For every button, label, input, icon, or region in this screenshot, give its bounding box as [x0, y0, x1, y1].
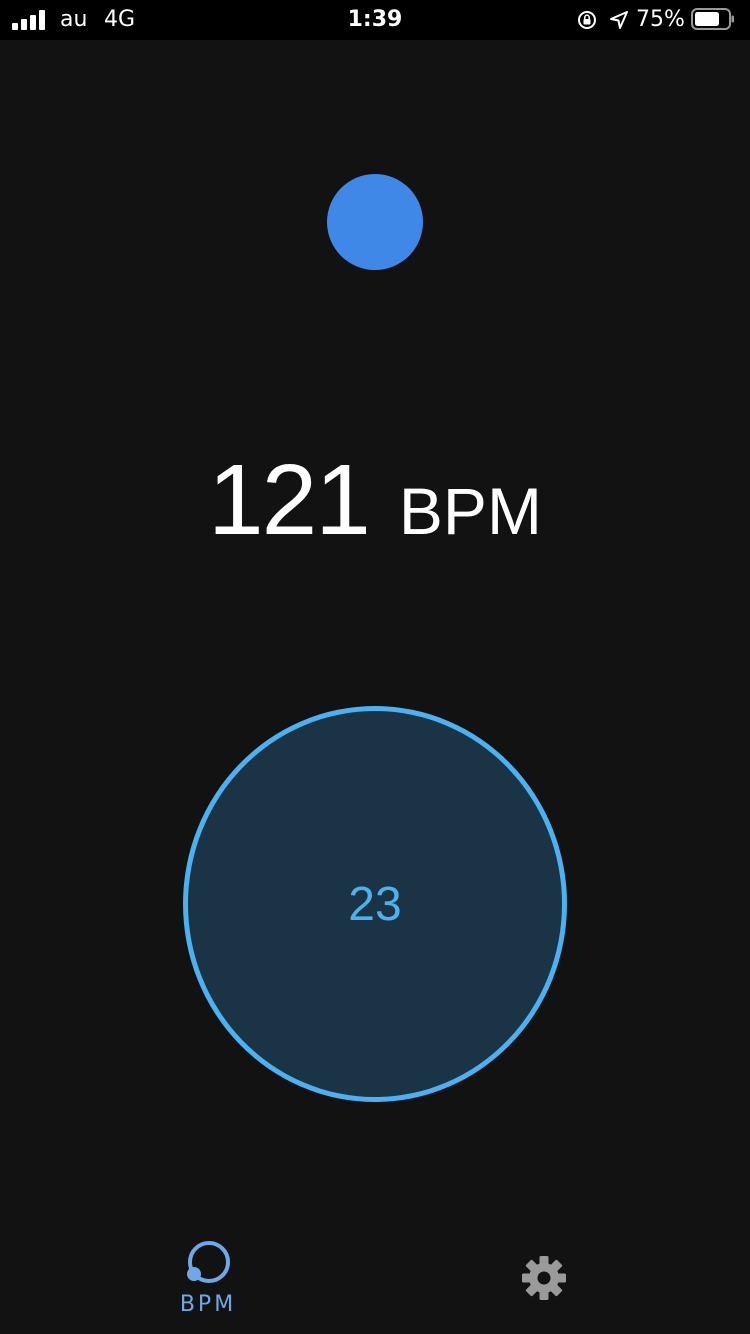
- tap-button[interactable]: 23: [183, 706, 567, 1102]
- bpm-value: 121: [208, 444, 371, 556]
- battery-icon: [691, 8, 734, 30]
- bpm-icon: [187, 1241, 230, 1283]
- tab-bpm-label: BPM: [179, 1292, 237, 1317]
- beat-indicator-dot: [327, 174, 423, 270]
- tap-count: 23: [348, 877, 402, 931]
- bpm-readout: 121 BPM: [0, 440, 750, 571]
- battery-percentage: 75%: [636, 7, 685, 32]
- tab-bar: BPM: [0, 1224, 750, 1334]
- bpm-unit: BPM: [398, 474, 542, 548]
- status-bar: au 4G 1:39 75%: [0, 0, 750, 40]
- location-arrow-icon: [610, 11, 628, 29]
- rotation-lock-icon: [578, 11, 596, 29]
- tab-bpm[interactable]: BPM: [160, 1238, 256, 1328]
- gear-icon[interactable]: [520, 1254, 568, 1302]
